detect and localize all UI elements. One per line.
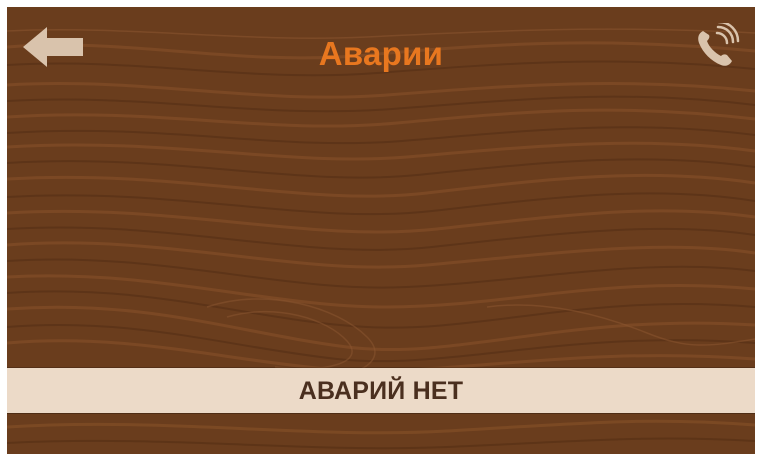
status-bar: АВАРИЙ НЕТ	[7, 368, 755, 413]
phone-call-icon	[698, 20, 740, 66]
status-message: АВАРИЙ НЕТ	[298, 377, 464, 405]
page-title: Аварии	[318, 35, 444, 72]
screen: Аварии АВАРИЙ НЕТ	[7, 7, 755, 454]
call-button[interactable]	[693, 20, 741, 67]
